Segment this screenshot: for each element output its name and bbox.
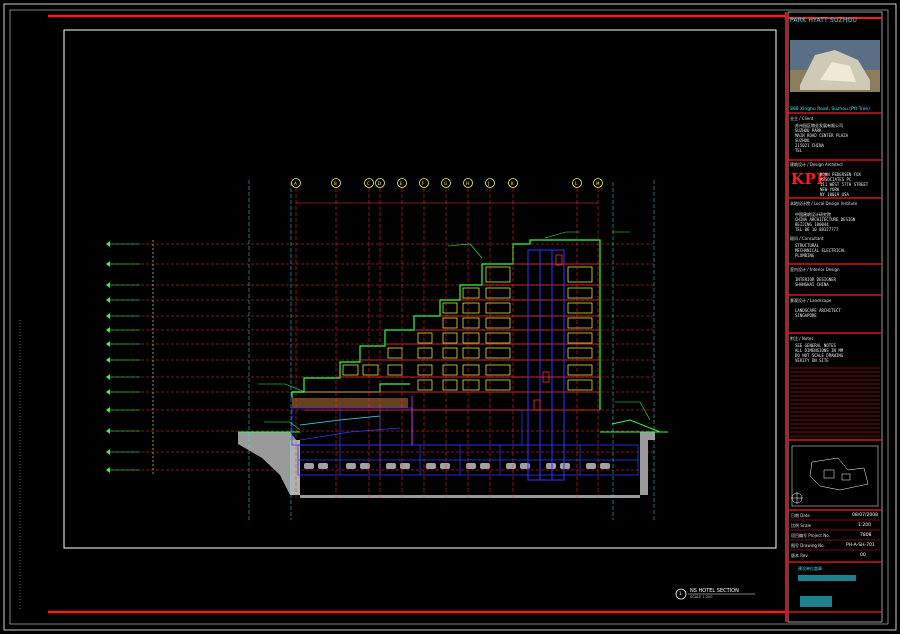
landscape-line: SINGAPORE: [795, 313, 817, 318]
grid-bubble-label: K: [511, 181, 514, 186]
project-title: PARK HYATT SUZHOU: [790, 17, 858, 24]
project-number-value: 7808: [860, 533, 872, 538]
drawing-sheet: [3, 3, 897, 631]
grid-bubble-label: E: [400, 181, 403, 186]
design-line: NY 10019 USA: [820, 192, 849, 197]
scale-label: 比例 Scale: [791, 523, 812, 528]
interior-heading: 室内设计 / Interior Design: [790, 267, 840, 272]
grid-bubble-label: H: [466, 181, 470, 186]
drawing-number-value: PH-A-SH-701: [846, 543, 875, 548]
grid-bubble-label: J: [488, 181, 490, 186]
notes-line: VERIFY ON SITE: [795, 358, 829, 363]
section-marker-number: 1: [679, 591, 682, 596]
design-heading: 建筑设计 / Design Architect: [790, 162, 843, 167]
landscape-heading: 景观设计 / Landscape: [790, 298, 832, 303]
date-value: 08/07/2008: [852, 513, 878, 518]
grid-bubble-label: C: [367, 181, 370, 186]
consultant-heading: 顾问 / Consultant: [790, 236, 824, 241]
notes-heading: 附注 / Notes: [790, 336, 814, 341]
grid-bubble-label: G: [444, 181, 448, 186]
local-heading: 本地设计院 / Local Design Institute: [790, 201, 858, 206]
client-heading: 业主 / Client: [790, 116, 814, 121]
grid-bubble-label: A: [294, 181, 297, 186]
grid-bubble-label: L: [575, 181, 578, 186]
revision-value: 00: [860, 553, 866, 558]
grid-bubble-label: F: [422, 181, 425, 186]
local-line: TEL 86 10 88327777: [795, 227, 839, 232]
stamp-label: 建设单位盖章: [798, 566, 822, 571]
grid-bubble-label: D: [378, 181, 382, 186]
interior-line: SHANGHAI CHINA: [795, 282, 829, 287]
project-address: 888 Xinghu Road, Suzhou (Ptt Tree): [790, 107, 870, 112]
drawing-number-label: 图号 Drawing No.: [791, 543, 825, 548]
client-line: TEL: [795, 148, 803, 153]
grid-bubble-label: M: [596, 181, 600, 186]
consultant-line: PLUMBING: [795, 253, 815, 258]
section-scale: SCALE 1:200: [690, 595, 713, 599]
date-label: 日期 Date: [791, 513, 810, 518]
grid-bubble-label: B: [334, 181, 337, 186]
revision-label: 版本 Rev.: [791, 553, 809, 558]
project-number-label: 项目编号 Project No.: [791, 533, 830, 538]
section-title: NS HOTEL SECTION: [690, 588, 739, 594]
scale-value: 1:200: [858, 523, 871, 528]
